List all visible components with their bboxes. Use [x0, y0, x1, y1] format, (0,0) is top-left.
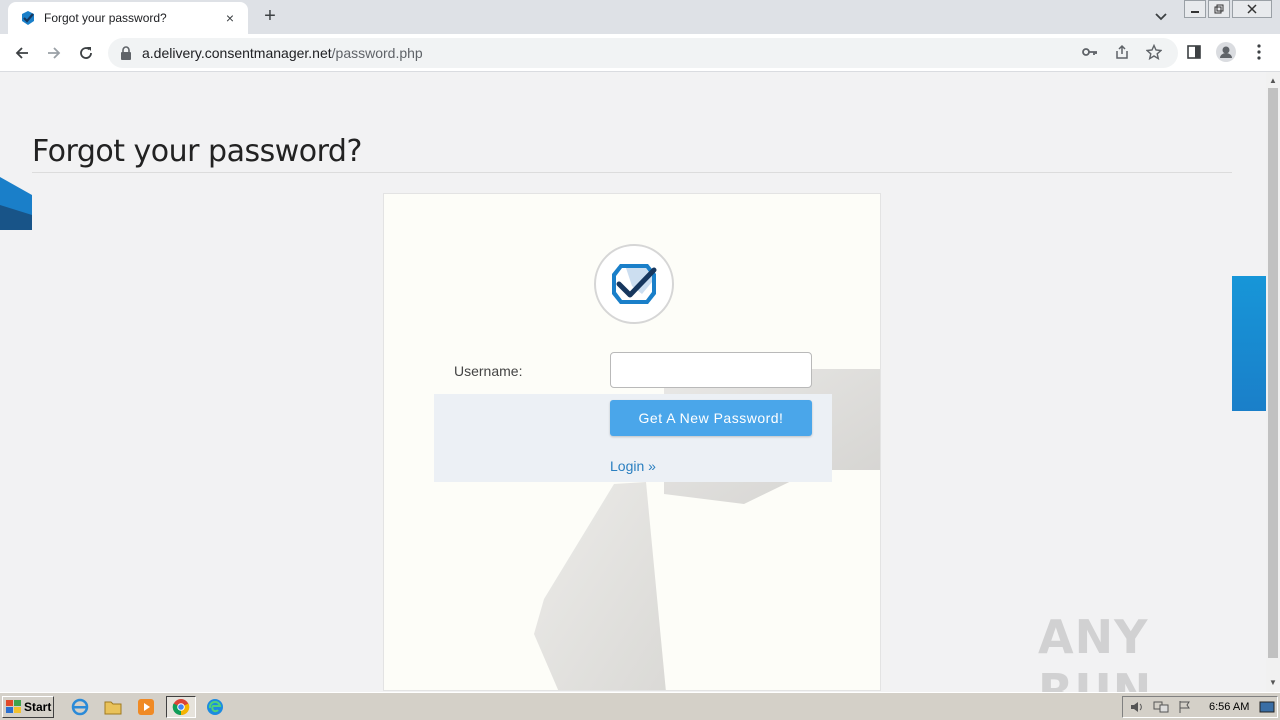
start-button[interactable]: Start	[2, 696, 54, 718]
reload-icon[interactable]	[74, 41, 98, 65]
right-brand-decoration	[1232, 276, 1266, 411]
file-explorer-icon[interactable]	[103, 697, 123, 717]
watermark-text: ANY RUN	[1038, 610, 1153, 692]
share-icon[interactable]	[1111, 41, 1133, 63]
login-link[interactable]: Login »	[610, 458, 656, 474]
lock-icon	[120, 46, 134, 60]
edge-icon[interactable]	[205, 697, 225, 717]
checkmark-shield-icon	[612, 264, 657, 304]
consentmanager-favicon-icon	[20, 10, 36, 26]
url-host: a.delivery.consentmanager.net	[142, 45, 332, 61]
consentmanager-logo	[594, 244, 674, 324]
address-bar[interactable]: a.delivery.consentmanager.net/password.p…	[108, 38, 1178, 68]
kebab-menu-icon[interactable]	[1248, 41, 1270, 63]
windows-logo-icon	[6, 700, 21, 713]
tab-close-icon[interactable]: ×	[222, 10, 238, 26]
scroll-down-arrow-icon[interactable]: ▼	[1266, 676, 1280, 690]
clock: 6:56 AM	[1209, 701, 1250, 713]
chrome-taskbar-button[interactable]	[166, 696, 196, 718]
action-center-flag-icon[interactable]	[1175, 697, 1195, 717]
get-new-password-button[interactable]: Get A New Password!	[610, 400, 812, 436]
username-label: Username:	[454, 363, 523, 379]
browser-toolbar: a.delivery.consentmanager.net/password.p…	[0, 34, 1280, 72]
title-divider	[32, 172, 1232, 173]
minimize-button[interactable]	[1184, 0, 1206, 18]
password-reset-card: Username: Get A New Password! Login »	[383, 193, 881, 691]
bookmark-star-icon[interactable]	[1143, 41, 1165, 63]
tab-search-chevron-icon[interactable]	[1152, 8, 1170, 26]
scroll-up-arrow-icon[interactable]: ▲	[1266, 74, 1280, 88]
back-arrow-icon[interactable]	[10, 41, 34, 65]
username-input[interactable]	[610, 352, 812, 388]
network-icon[interactable]	[1151, 697, 1171, 717]
left-brand-decoration	[0, 177, 32, 230]
volume-icon[interactable]	[1127, 697, 1147, 717]
new-tab-button[interactable]: +	[260, 6, 280, 26]
internet-explorer-icon[interactable]	[70, 697, 90, 717]
url-path: /password.php	[331, 45, 423, 61]
show-desktop-icon[interactable]	[1257, 697, 1277, 717]
profile-avatar-icon[interactable]	[1215, 41, 1237, 63]
page-viewport: Forgot your password? Username: Get A Ne…	[0, 72, 1266, 692]
start-label: Start	[24, 700, 52, 714]
browser-tab[interactable]: Forgot your password? ×	[8, 2, 248, 34]
media-player-icon[interactable]	[136, 697, 156, 717]
url-text: a.delivery.consentmanager.net/password.p…	[142, 45, 423, 61]
anyrun-watermark: ANY RUN	[1038, 610, 1266, 692]
taskbar: Start 6:56 AM	[0, 692, 1280, 720]
forward-arrow-icon[interactable]	[42, 41, 66, 65]
restore-button[interactable]	[1208, 0, 1230, 18]
key-icon[interactable]	[1079, 41, 1101, 63]
vertical-scrollbar[interactable]: ▲ ▼	[1266, 72, 1280, 692]
system-tray: 6:56 AM	[1122, 696, 1278, 718]
close-window-button[interactable]	[1232, 0, 1272, 18]
tab-title: Forgot your password?	[44, 11, 167, 25]
tab-strip: Forgot your password? × +	[0, 0, 1280, 34]
side-panel-icon[interactable]	[1183, 41, 1205, 63]
chrome-icon	[172, 699, 190, 716]
page-title: Forgot your password?	[32, 134, 362, 169]
scroll-thumb[interactable]	[1268, 88, 1278, 658]
